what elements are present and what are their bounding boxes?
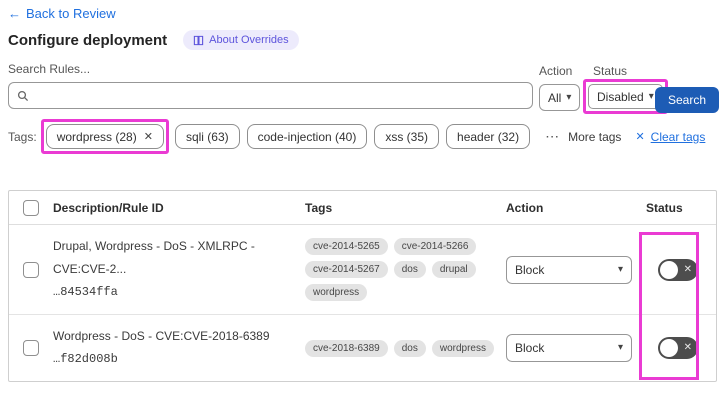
- rules-table: Description/Rule ID Tags Action Status D…: [8, 190, 717, 382]
- row-checkbox[interactable]: [23, 340, 39, 356]
- clear-x-icon: ✕: [635, 131, 645, 143]
- tag-chip-label: sqli (63): [185, 129, 229, 144]
- select-all-checkbox[interactable]: [23, 199, 39, 216]
- rule-tag: cve-2018-6389: [305, 339, 388, 357]
- toggle-off-icon: ✕: [683, 342, 692, 353]
- filter-row: Search Rules... Action All ▾ Status Disa…: [8, 62, 719, 114]
- ellipsis-icon: ⋯: [545, 128, 561, 144]
- more-tags-button[interactable]: ⋯ More tags: [545, 128, 621, 145]
- rule-tag: cve-2014-5267: [305, 261, 388, 278]
- clear-tags-link[interactable]: ✕ Clear tags: [635, 130, 705, 144]
- rule-tag: cve-2014-5266: [393, 238, 477, 255]
- about-overrides-label: About Overrides: [209, 34, 289, 46]
- rule-description: Drupal, Wordpress - DoS - XMLRPC - CVE:C…: [53, 239, 255, 277]
- about-overrides-badge[interactable]: About Overrides: [183, 30, 299, 50]
- row-action-dropdown[interactable]: Block ▾: [506, 255, 632, 284]
- toggle-knob: [660, 260, 678, 279]
- rule-tags: cve-2014-5265 cve-2014-5266 cve-2014-526…: [305, 238, 500, 301]
- chevron-down-icon: ▾: [566, 91, 572, 103]
- tags-bar-label: Tags:: [8, 129, 37, 144]
- rule-tags: cve-2018-6389 dos wordpress: [305, 339, 500, 357]
- rule-tag: dos: [393, 261, 426, 278]
- row-checkbox[interactable]: [23, 261, 39, 278]
- remove-tag-icon[interactable]: ✕: [144, 130, 153, 143]
- tag-chip-label: xss (35): [385, 129, 429, 144]
- heading-row: Configure deployment About Overrides: [8, 30, 299, 50]
- action-label: Action: [539, 64, 573, 78]
- toggle-off-icon: ✕: [683, 263, 692, 275]
- status-label: Status: [593, 64, 628, 78]
- tag-chip-wordpress[interactable]: wordpress (28) ✕: [45, 124, 164, 149]
- tag-chip-code-injection[interactable]: code-injection (40): [246, 124, 368, 149]
- tag-chip-xss[interactable]: xss (35): [374, 124, 440, 149]
- action-filter-group: Action All ▾: [539, 64, 581, 111]
- clear-tags-label: Clear tags: [650, 129, 706, 144]
- tag-chip-header[interactable]: header (32): [446, 124, 531, 149]
- toggle-knob: [660, 339, 678, 357]
- rule-tag: wordpress: [305, 284, 368, 301]
- tag-chip-label: header (32): [457, 129, 520, 144]
- selected-tag-highlight: wordpress (28) ✕: [40, 119, 169, 154]
- search-rules-label: Search Rules...: [8, 62, 91, 76]
- back-arrow-icon: ←: [8, 6, 21, 21]
- col-header-status: Status: [646, 200, 683, 215]
- row-action-dropdown[interactable]: Block ▾: [506, 334, 632, 362]
- row-status-toggle[interactable]: ✕: [658, 258, 698, 281]
- row-status-toggle[interactable]: ✕: [658, 337, 698, 359]
- status-dropdown-value: Disabled: [597, 89, 644, 104]
- rule-description: Wordpress - DoS - CVE:CVE-2018-6389: [53, 329, 270, 344]
- row-action-value: Block: [515, 341, 545, 355]
- col-header-description: Description/Rule ID: [53, 200, 164, 215]
- rule-tag: wordpress: [431, 339, 494, 357]
- back-to-review-link[interactable]: ← Back to Review: [8, 6, 116, 21]
- rule-tag: drupal: [431, 261, 476, 278]
- table-header-row: Description/Rule ID Tags Action Status: [9, 191, 716, 225]
- table-row: Drupal, Wordpress - DoS - XMLRPC - CVE:C…: [9, 225, 716, 315]
- col-header-action: Action: [506, 200, 544, 215]
- row-action-value: Block: [515, 262, 545, 277]
- book-icon: [193, 35, 204, 45]
- chevron-down-icon: ▾: [617, 263, 623, 275]
- tag-chip-sqli[interactable]: sqli (63): [174, 124, 240, 149]
- rule-id: …84534ffa: [53, 284, 118, 299]
- chevron-down-icon: ▾: [648, 90, 654, 102]
- chevron-down-icon: ▾: [617, 342, 623, 353]
- col-header-tags: Tags: [305, 200, 333, 215]
- rule-tag: dos: [393, 339, 426, 357]
- page-title: Configure deployment: [8, 31, 168, 49]
- tag-chip-label: wordpress (28): [56, 129, 137, 144]
- search-rules-input[interactable]: [35, 88, 524, 103]
- search-group: Search Rules...: [8, 62, 533, 109]
- search-button[interactable]: Search: [655, 87, 719, 113]
- more-tags-label: More tags: [568, 129, 622, 144]
- back-link-label: Back to Review: [26, 6, 116, 21]
- action-dropdown[interactable]: All ▾: [539, 84, 581, 111]
- rule-tag: cve-2014-5265: [305, 238, 388, 255]
- status-dropdown[interactable]: Disabled ▾: [588, 84, 663, 109]
- search-box: [8, 82, 533, 109]
- tag-chip-label: code-injection (40): [257, 129, 357, 144]
- table-row: Wordpress - DoS - CVE:CVE-2018-6389 …f82…: [9, 315, 716, 381]
- search-icon: [17, 90, 29, 101]
- rule-id: …f82d008b: [53, 352, 118, 366]
- action-dropdown-value: All: [548, 90, 562, 105]
- tags-bar: Tags: wordpress (28) ✕ sqli (63) code-in…: [8, 119, 717, 154]
